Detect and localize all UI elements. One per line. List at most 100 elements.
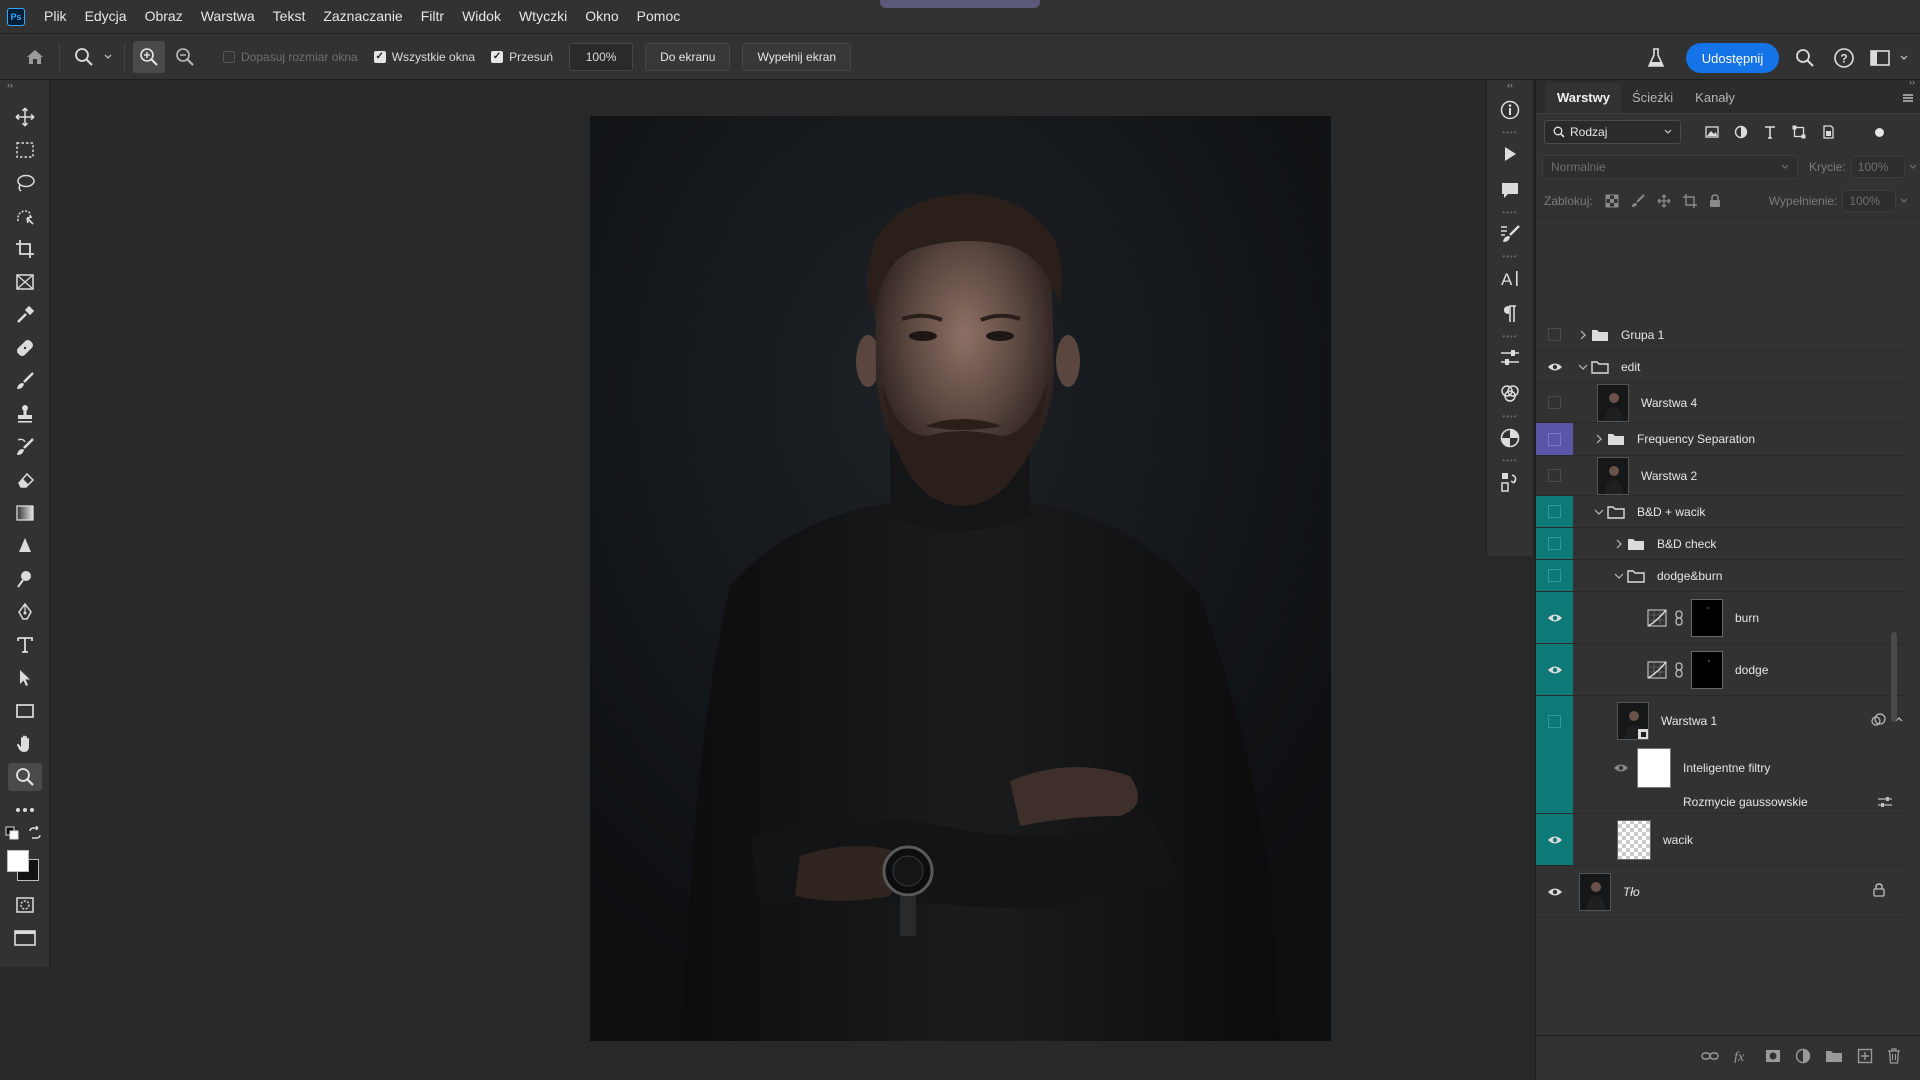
chevron-down-icon[interactable]: [1575, 364, 1591, 370]
chevron-down-icon[interactable]: [1900, 42, 1908, 74]
panel-grip[interactable]: ••••: [1487, 208, 1533, 217]
filter-shape-icon[interactable]: [1792, 125, 1806, 139]
panel-grip[interactable]: ••••: [1487, 332, 1533, 341]
move-tool-icon[interactable]: [0, 100, 50, 133]
layer-row[interactable]: Tło: [1536, 866, 1905, 918]
clone-stamp-icon[interactable]: [0, 397, 50, 430]
opacity-field[interactable]: 100%: [1850, 156, 1905, 178]
paragraph-icon[interactable]: [1487, 296, 1533, 332]
document-canvas-photo[interactable]: [590, 116, 1331, 1041]
layer-row[interactable]: Grupa 1: [1536, 319, 1905, 351]
eraser-icon[interactable]: [0, 463, 50, 496]
layer-row[interactable]: Frequency Separation: [1536, 423, 1905, 456]
help-icon[interactable]: ?: [1833, 42, 1855, 74]
layers-scrollbar[interactable]: [1891, 632, 1897, 722]
chevron-down-icon[interactable]: [1909, 164, 1917, 170]
character-icon[interactable]: A: [1487, 260, 1533, 296]
resize-windows-checkbox[interactable]: Dopasuj rozmiar okna: [223, 50, 358, 64]
add-mask-icon[interactable]: [1765, 1049, 1781, 1063]
brush-settings-icon[interactable]: [1487, 216, 1533, 252]
dodge-icon[interactable]: [0, 562, 50, 595]
menu-layer[interactable]: Warstwa: [192, 0, 264, 33]
eye-icon[interactable]: [1573, 763, 1637, 773]
libraries-icon[interactable]: [1487, 376, 1533, 412]
eye-icon[interactable]: [1536, 814, 1573, 865]
tab-layers[interactable]: Warstwy: [1546, 83, 1621, 113]
default-colors-icon[interactable]: [5, 826, 19, 840]
workspace-icon[interactable]: [1870, 42, 1890, 74]
layer-row[interactable]: Warstwa 1: [1536, 696, 1905, 746]
blur-icon[interactable]: [0, 529, 50, 562]
new-adjustment-layer-icon[interactable]: [1795, 1048, 1811, 1064]
actions-play-icon[interactable]: [1487, 136, 1533, 172]
zoom-in-icon[interactable]: [133, 40, 165, 73]
menu-help[interactable]: Pomoc: [628, 0, 690, 33]
foreground-color-swatch[interactable]: [7, 850, 29, 872]
tab-channels[interactable]: Kanały: [1684, 83, 1746, 113]
fit-screen-button[interactable]: Do ekranu: [645, 42, 731, 71]
filter-row[interactable]: Rozmycie gaussowskie: [1536, 790, 1905, 814]
eye-icon[interactable]: [1536, 351, 1573, 382]
zoom-level-field[interactable]: 100%: [569, 42, 634, 71]
swap-colors-icon[interactable]: [28, 826, 42, 840]
panel-collapse-icon[interactable]: ››: [1909, 77, 1915, 87]
menu-edit[interactable]: Edycja: [76, 0, 136, 33]
visibility-toggle[interactable]: [1536, 456, 1573, 495]
quick-mask-icon[interactable]: [0, 888, 50, 921]
fx-icon[interactable]: fx: [1733, 1049, 1751, 1063]
visibility-toggle[interactable]: [1536, 696, 1573, 746]
layer-row[interactable]: burn: [1536, 592, 1905, 644]
path-selection-icon[interactable]: [0, 661, 50, 694]
menu-plugins[interactable]: Wtyczki: [510, 0, 576, 33]
layer-row[interactable]: dodge&burn: [1536, 560, 1905, 592]
layer-row[interactable]: edit: [1536, 351, 1905, 383]
chevron-down-icon[interactable]: [1900, 198, 1908, 204]
filter-blending-options-icon[interactable]: [1877, 796, 1893, 808]
scrubby-zoom-checkbox[interactable]: ✓ Przesuń: [491, 50, 553, 64]
layer-row[interactable]: wacik: [1536, 814, 1905, 866]
filter-toggle-icon[interactable]: [1875, 127, 1884, 137]
new-layer-icon[interactable]: [1857, 1048, 1873, 1064]
kind-filter-select[interactable]: Rodzaj: [1544, 120, 1681, 144]
visibility-toggle[interactable]: [1536, 423, 1573, 455]
healing-brush-icon[interactable]: [0, 331, 50, 364]
zoom-tool-preset-icon[interactable]: [68, 41, 100, 73]
filter-adjustment-icon[interactable]: [1734, 125, 1748, 139]
lock-artboard-icon[interactable]: [1682, 193, 1697, 208]
panel-grip[interactable]: ••••: [1487, 252, 1533, 261]
lock-pixels-icon[interactable]: [1631, 193, 1645, 208]
history-brush-icon[interactable]: [0, 430, 50, 463]
layer-mask-thumbnail[interactable]: [1691, 650, 1723, 689]
chevron-down-icon[interactable]: [100, 41, 116, 73]
visibility-toggle[interactable]: [1536, 560, 1573, 591]
fill-field[interactable]: 100%: [1842, 189, 1897, 212]
menu-file[interactable]: Plik: [35, 0, 76, 33]
chevron-down-icon[interactable]: [1611, 573, 1627, 579]
layer-row[interactable]: Warstwa 4: [1536, 383, 1905, 423]
frame-icon[interactable]: [0, 265, 50, 298]
adjustments-icon[interactable]: [1487, 340, 1533, 376]
filter-smart-object-icon[interactable]: [1821, 125, 1835, 139]
chevron-down-icon[interactable]: [1591, 509, 1607, 515]
menu-view[interactable]: Widok: [453, 0, 510, 33]
all-windows-checkbox[interactable]: ✓ Wszystkie okna: [373, 50, 475, 64]
lock-all-icon[interactable]: [1709, 193, 1721, 208]
lasso-icon[interactable]: [0, 166, 50, 199]
zoom-tool-icon[interactable]: [0, 760, 50, 793]
brush-icon[interactable]: [0, 364, 50, 397]
filter-pixel-icon[interactable]: [1705, 126, 1719, 138]
filter-type-icon[interactable]: [1763, 125, 1777, 139]
menu-filter[interactable]: Filtr: [412, 0, 453, 33]
comments-icon[interactable]: [1487, 172, 1533, 208]
visibility-toggle[interactable]: [1536, 496, 1573, 527]
menu-select[interactable]: Zaznaczanie: [314, 0, 411, 33]
layer-row[interactable]: dodge: [1536, 644, 1905, 696]
layer-row[interactable]: B&D + wacik: [1536, 496, 1905, 528]
smart-filter-indicator-icon[interactable]: [1871, 713, 1887, 727]
delete-layer-icon[interactable]: [1887, 1047, 1901, 1064]
layer-row[interactable]: Warstwa 2: [1536, 456, 1905, 496]
lock-position-icon[interactable]: [1657, 194, 1671, 208]
visibility-toggle[interactable]: [1536, 319, 1573, 350]
type-icon[interactable]: [0, 628, 50, 661]
search-icon[interactable]: [1795, 42, 1815, 74]
